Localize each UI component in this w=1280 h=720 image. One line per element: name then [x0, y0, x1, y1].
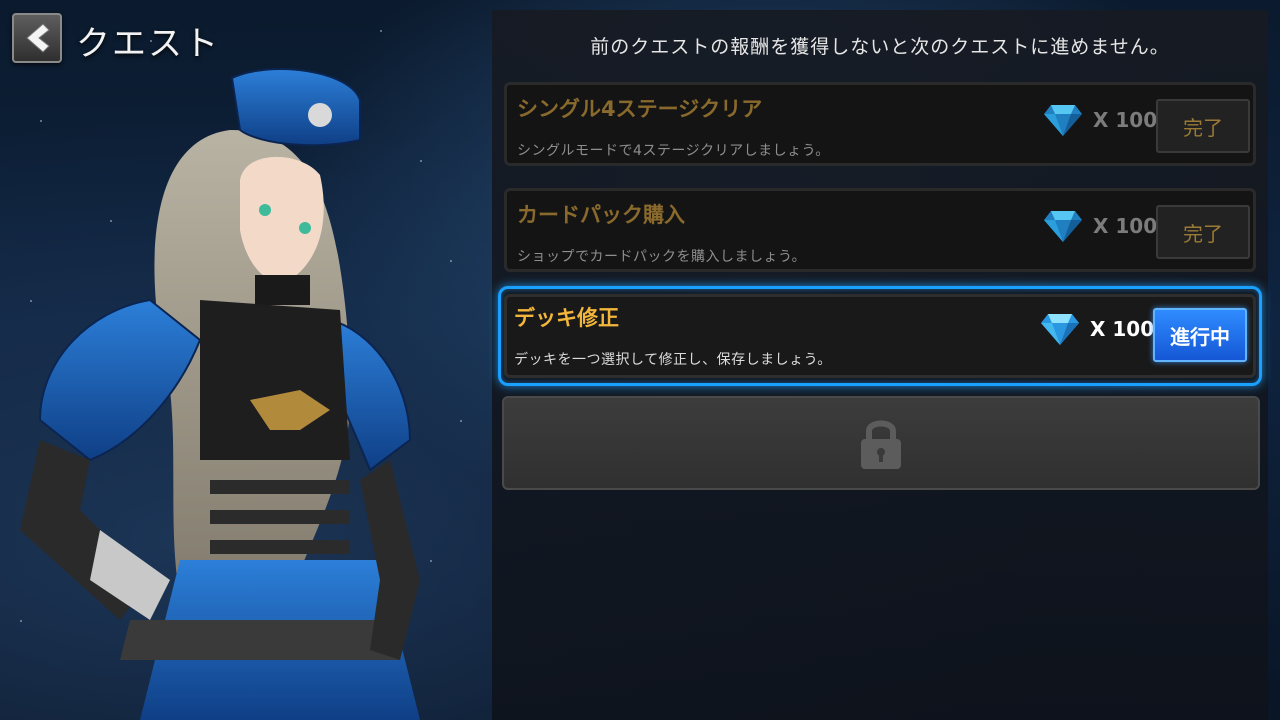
quest-item-active: デッキ修正 デッキを一つ選択して修正し、保存しましょう。 X 100 進行中 — [498, 286, 1262, 386]
quest-in-progress-button[interactable]: 進行中 — [1153, 308, 1247, 362]
quest-description: ショップでカードパックを購入しましょう。 — [517, 249, 807, 265]
quest-complete-button[interactable]: 完了 — [1156, 99, 1250, 153]
quest-reward: X 100 — [1040, 312, 1154, 346]
quest-title: シングル4ステージクリア — [517, 97, 763, 121]
quest-reward: X 100 — [1043, 103, 1157, 137]
reward-amount: X 100 — [1093, 108, 1158, 132]
diamond-icon — [1044, 105, 1082, 136]
quest-title: デッキ修正 — [514, 306, 619, 330]
quest-description: シングルモードで4ステージクリアしましょう。 — [517, 143, 830, 159]
locked-quest-slot — [502, 396, 1260, 490]
chevron-left-icon — [26, 23, 50, 53]
character-illustration — [20, 68, 420, 720]
quest-notice: 前のクエストの報酬を獲得しないと次のクエストに進めません。 — [590, 36, 1170, 58]
back-button[interactable] — [12, 13, 62, 63]
quest-description: デッキを一つ選択して修正し、保存しましょう。 — [514, 352, 832, 368]
diamond-icon — [1041, 314, 1079, 345]
quest-complete-button[interactable]: 完了 — [1156, 205, 1250, 259]
lock-icon — [861, 420, 901, 469]
diamond-icon — [1044, 211, 1082, 242]
quest-item: シングル4ステージクリア シングルモードで4ステージクリアしましょう。 X 10… — [504, 82, 1256, 166]
quest-reward: X 100 — [1043, 209, 1157, 243]
page-title: クエスト — [76, 24, 220, 64]
reward-amount: X 100 — [1093, 214, 1158, 238]
reward-amount: X 100 — [1090, 317, 1155, 341]
quest-panel: 前のクエストの報酬を獲得しないと次のクエストに進めません。 シングル4ステージク… — [492, 10, 1268, 720]
quest-title: カードパック購入 — [517, 203, 685, 227]
quest-item: カードパック購入 ショップでカードパックを購入しましょう。 X 100 完了 — [504, 188, 1256, 272]
